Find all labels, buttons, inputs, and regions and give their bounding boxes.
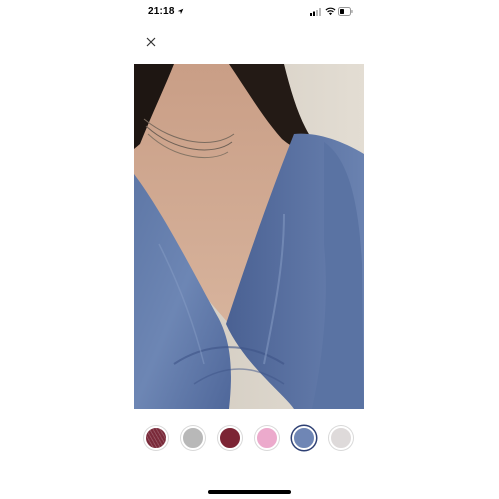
swatch-pink[interactable] xyxy=(255,426,279,450)
location-arrow-icon xyxy=(177,8,184,15)
product-photo-illustration xyxy=(134,64,364,409)
swatch-light-grey[interactable] xyxy=(329,426,353,450)
battery-icon xyxy=(338,7,353,16)
close-icon xyxy=(146,37,156,47)
swatch-blue[interactable] xyxy=(292,426,316,450)
swatch-grey[interactable] xyxy=(181,426,205,450)
swatch-wine[interactable] xyxy=(218,426,242,450)
status-time: 21:18 xyxy=(148,6,175,17)
signal-icon xyxy=(310,8,321,16)
product-photo[interactable] xyxy=(134,64,364,409)
color-swatch-row xyxy=(134,424,364,454)
swatch-burgundy-stripe[interactable] xyxy=(144,426,168,450)
close-button[interactable] xyxy=(143,34,159,50)
wifi-icon xyxy=(325,7,336,16)
home-indicator xyxy=(208,490,291,494)
status-bar: 21:18 xyxy=(0,0,499,26)
